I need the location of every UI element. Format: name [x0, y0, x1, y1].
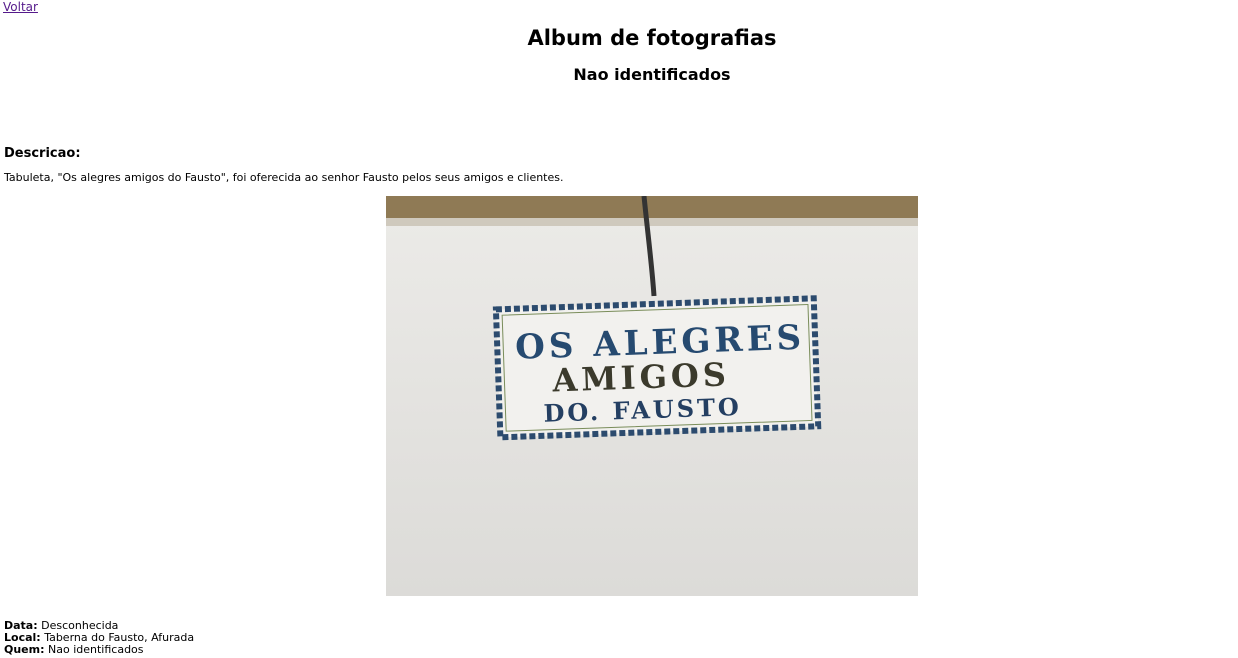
back-link[interactable]: Voltar — [3, 0, 38, 14]
photo-metadata: Data: Desconhecida Local: Taberna do Fau… — [4, 620, 194, 656]
page-title: Album de fotografias — [527, 26, 777, 50]
beam-edge — [386, 218, 918, 226]
who-value: Nao identificados — [48, 643, 144, 656]
who-label: Quem: — [4, 643, 45, 656]
tile-sign: OS ALEGRES AMIGOS DO. FAUSTO — [492, 295, 822, 441]
page-subtitle: Nao identificados — [573, 65, 731, 84]
album-photo: OS ALEGRES AMIGOS DO. FAUSTO — [386, 196, 918, 596]
description-heading: Descricao: — [4, 146, 81, 161]
photo-illustration: OS ALEGRES AMIGOS DO. FAUSTO — [386, 196, 918, 596]
description-text: Tabuleta, "Os alegres amigos do Fausto",… — [4, 171, 564, 184]
who-row: Quem: Nao identificados — [4, 644, 194, 656]
wooden-beam — [386, 196, 918, 220]
